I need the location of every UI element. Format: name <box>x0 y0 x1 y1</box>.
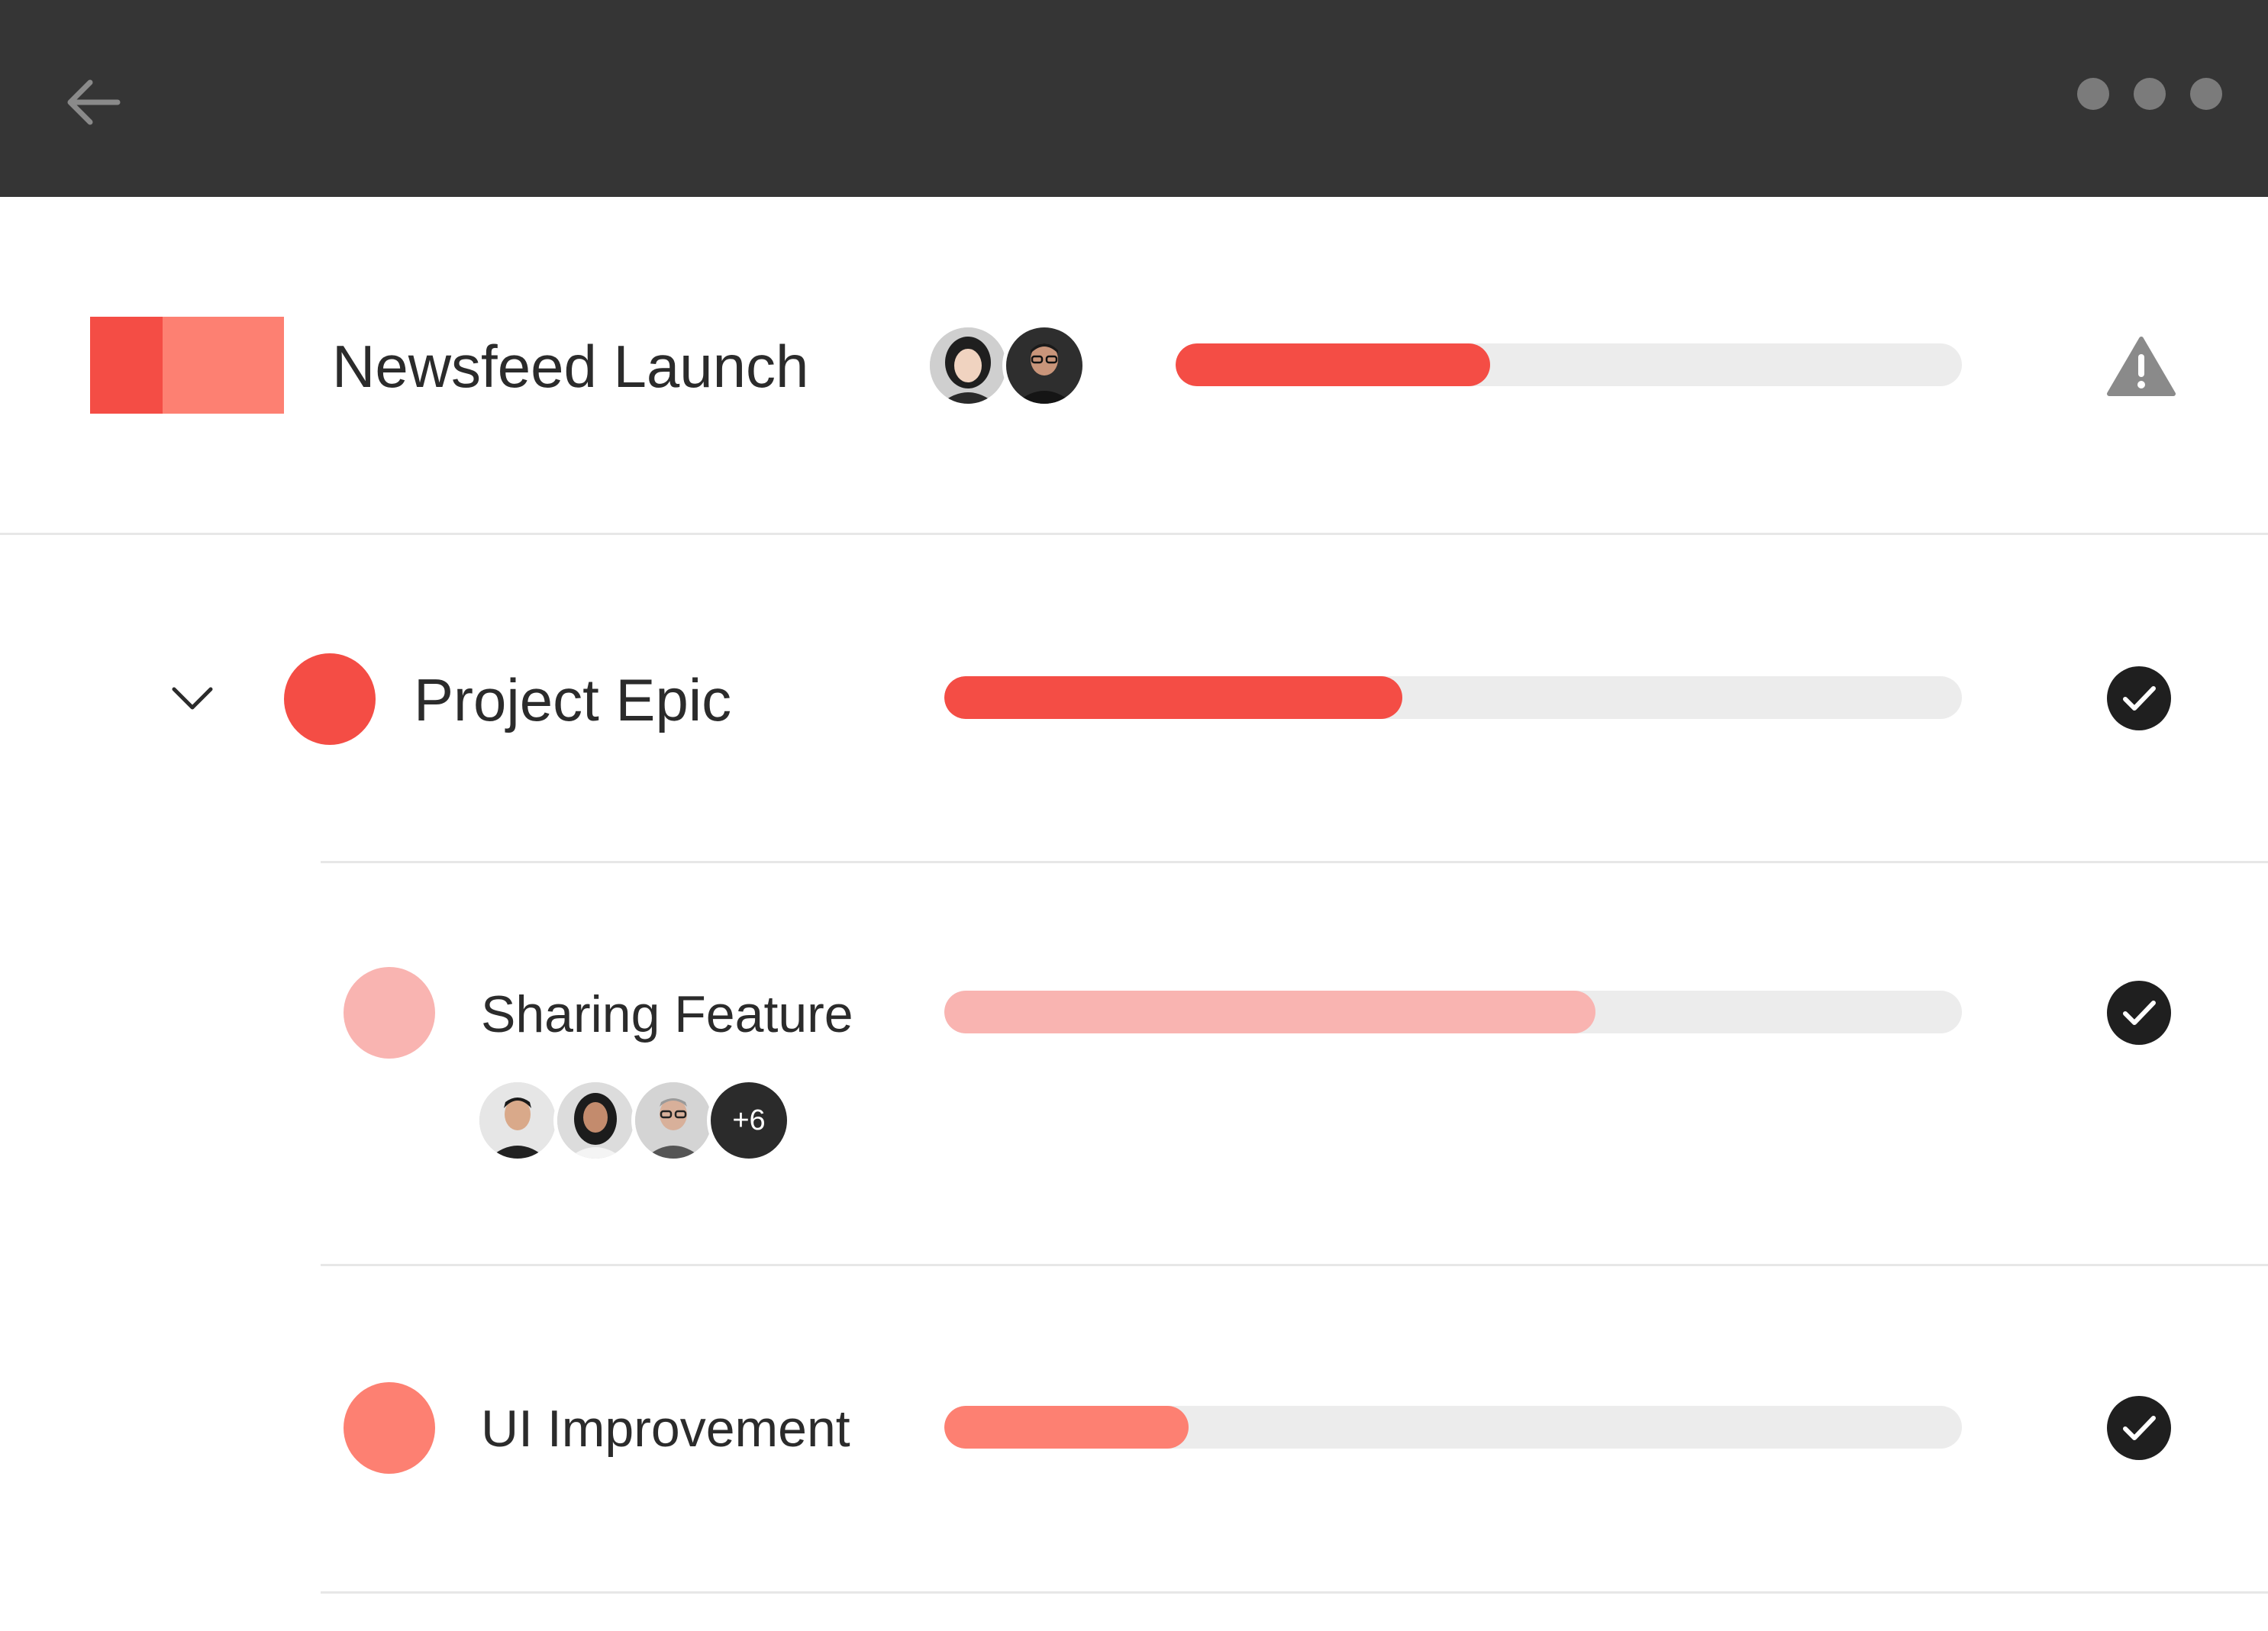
progress-fill <box>944 1406 1189 1449</box>
check-circle-icon[interactable] <box>2107 666 2171 730</box>
progress-fill <box>1176 343 1490 386</box>
window-header <box>0 0 2268 197</box>
warning-triangle-icon[interactable] <box>2107 336 2176 397</box>
arrow-left-icon <box>67 79 121 125</box>
task-title[interactable]: UI Improvement <box>481 1403 850 1455</box>
chevron-down-icon[interactable] <box>169 683 215 714</box>
more-options-button[interactable] <box>2077 78 2222 110</box>
avatar[interactable] <box>553 1078 637 1162</box>
more-assignees-badge[interactable]: +6 <box>707 1078 791 1162</box>
task-color-dot <box>344 1382 435 1474</box>
menu-dot <box>2190 78 2222 110</box>
avatar[interactable] <box>631 1078 715 1162</box>
row-divider <box>0 533 2268 535</box>
avatar[interactable] <box>476 1078 560 1162</box>
row-divider <box>321 861 2268 863</box>
epic-color-dot <box>284 653 376 745</box>
avatar[interactable] <box>926 324 1010 408</box>
task-progress-bar <box>944 1406 1962 1449</box>
project-progress-bar <box>1176 343 1962 386</box>
back-button[interactable] <box>64 73 122 131</box>
task-color-dot <box>344 967 435 1059</box>
avatar[interactable] <box>1002 324 1086 408</box>
row-divider <box>321 1591 2268 1594</box>
menu-dot <box>2134 78 2166 110</box>
check-circle-icon[interactable] <box>2107 981 2171 1045</box>
epic-title[interactable]: Project Epic <box>414 670 731 730</box>
task-progress-bar <box>944 991 1962 1033</box>
progress-fill <box>944 676 1402 719</box>
progress-fill <box>944 991 1596 1033</box>
row-divider <box>321 1264 2268 1266</box>
epic-progress-bar <box>944 676 1962 719</box>
task-title[interactable]: Sharing Feature <box>481 988 853 1040</box>
menu-dot <box>2077 78 2109 110</box>
project-color-swatch <box>90 317 284 414</box>
project-title[interactable]: Newsfeed Launch <box>332 337 808 396</box>
check-circle-icon[interactable] <box>2107 1396 2171 1460</box>
